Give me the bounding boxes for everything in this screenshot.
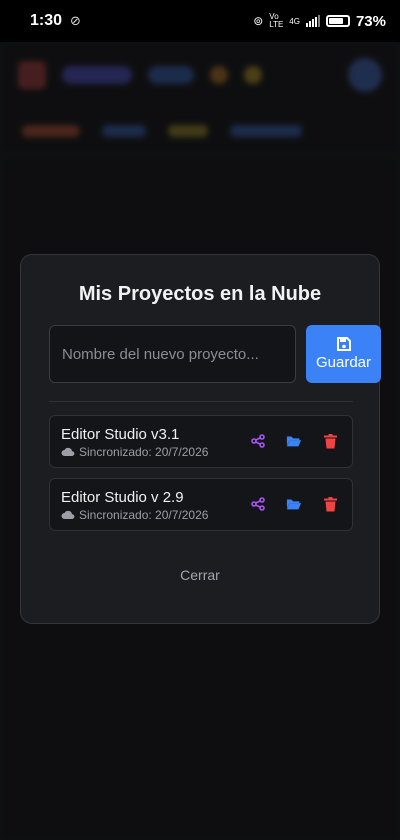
project-sync-status: Sincronizado: 20/7/2026: [61, 445, 208, 459]
project-name: Editor Studio v 2.9: [61, 489, 184, 506]
status-bar: 1:30 ⊘ ⊚ Vo LTE 4G 73%: [0, 0, 400, 42]
battery-icon: [325, 15, 350, 27]
project-name: Editor Studio v3.1: [61, 426, 180, 443]
modal-title: Mis Proyectos en la Nube: [78, 283, 322, 305]
project-name-input[interactable]: [49, 325, 296, 383]
share-icon[interactable]: [250, 495, 266, 513]
project-item[interactable]: Editor Studio v 2.9 Sincronizado: 20/7/2…: [49, 478, 353, 531]
project-actions: [250, 495, 338, 513]
volte-label: Vo LTE: [269, 12, 284, 29]
network-type-label: 4G: [289, 16, 300, 26]
signal-icon: [305, 15, 320, 27]
hotspot-icon: ⊚: [253, 14, 264, 28]
save-button[interactable]: Guardar: [306, 325, 381, 383]
folder-open-icon[interactable]: [286, 495, 302, 513]
close-button[interactable]: Cerrar: [21, 567, 379, 583]
sync-text: Sincronizado: 20/7/2026: [79, 445, 209, 459]
folder-open-icon[interactable]: [286, 432, 302, 450]
share-icon[interactable]: [250, 432, 266, 450]
cloud-icon: [61, 510, 75, 519]
project-sync-status: Sincronizado: 20/7/2026: [61, 508, 208, 522]
cloud-icon: [61, 447, 75, 456]
save-label: Guardar: [315, 354, 372, 371]
link-icon: ⊘: [70, 13, 81, 28]
cloud-projects-modal: Mis Proyectos en la Nube Guardar Editor …: [20, 254, 381, 624]
delete-icon[interactable]: [322, 432, 338, 450]
sync-text: Sincronizado: 20/7/2026: [79, 508, 209, 522]
status-time: 1:30: [30, 12, 63, 29]
save-icon: [336, 337, 351, 351]
battery-percent: 73%: [355, 12, 386, 30]
project-actions: [250, 432, 338, 450]
divider: [49, 401, 353, 402]
delete-icon[interactable]: [322, 495, 338, 513]
project-item[interactable]: Editor Studio v3.1 Sincronizado: 20/7/20…: [49, 415, 353, 468]
status-indicators: ⊚ Vo LTE 4G 73%: [253, 13, 386, 30]
